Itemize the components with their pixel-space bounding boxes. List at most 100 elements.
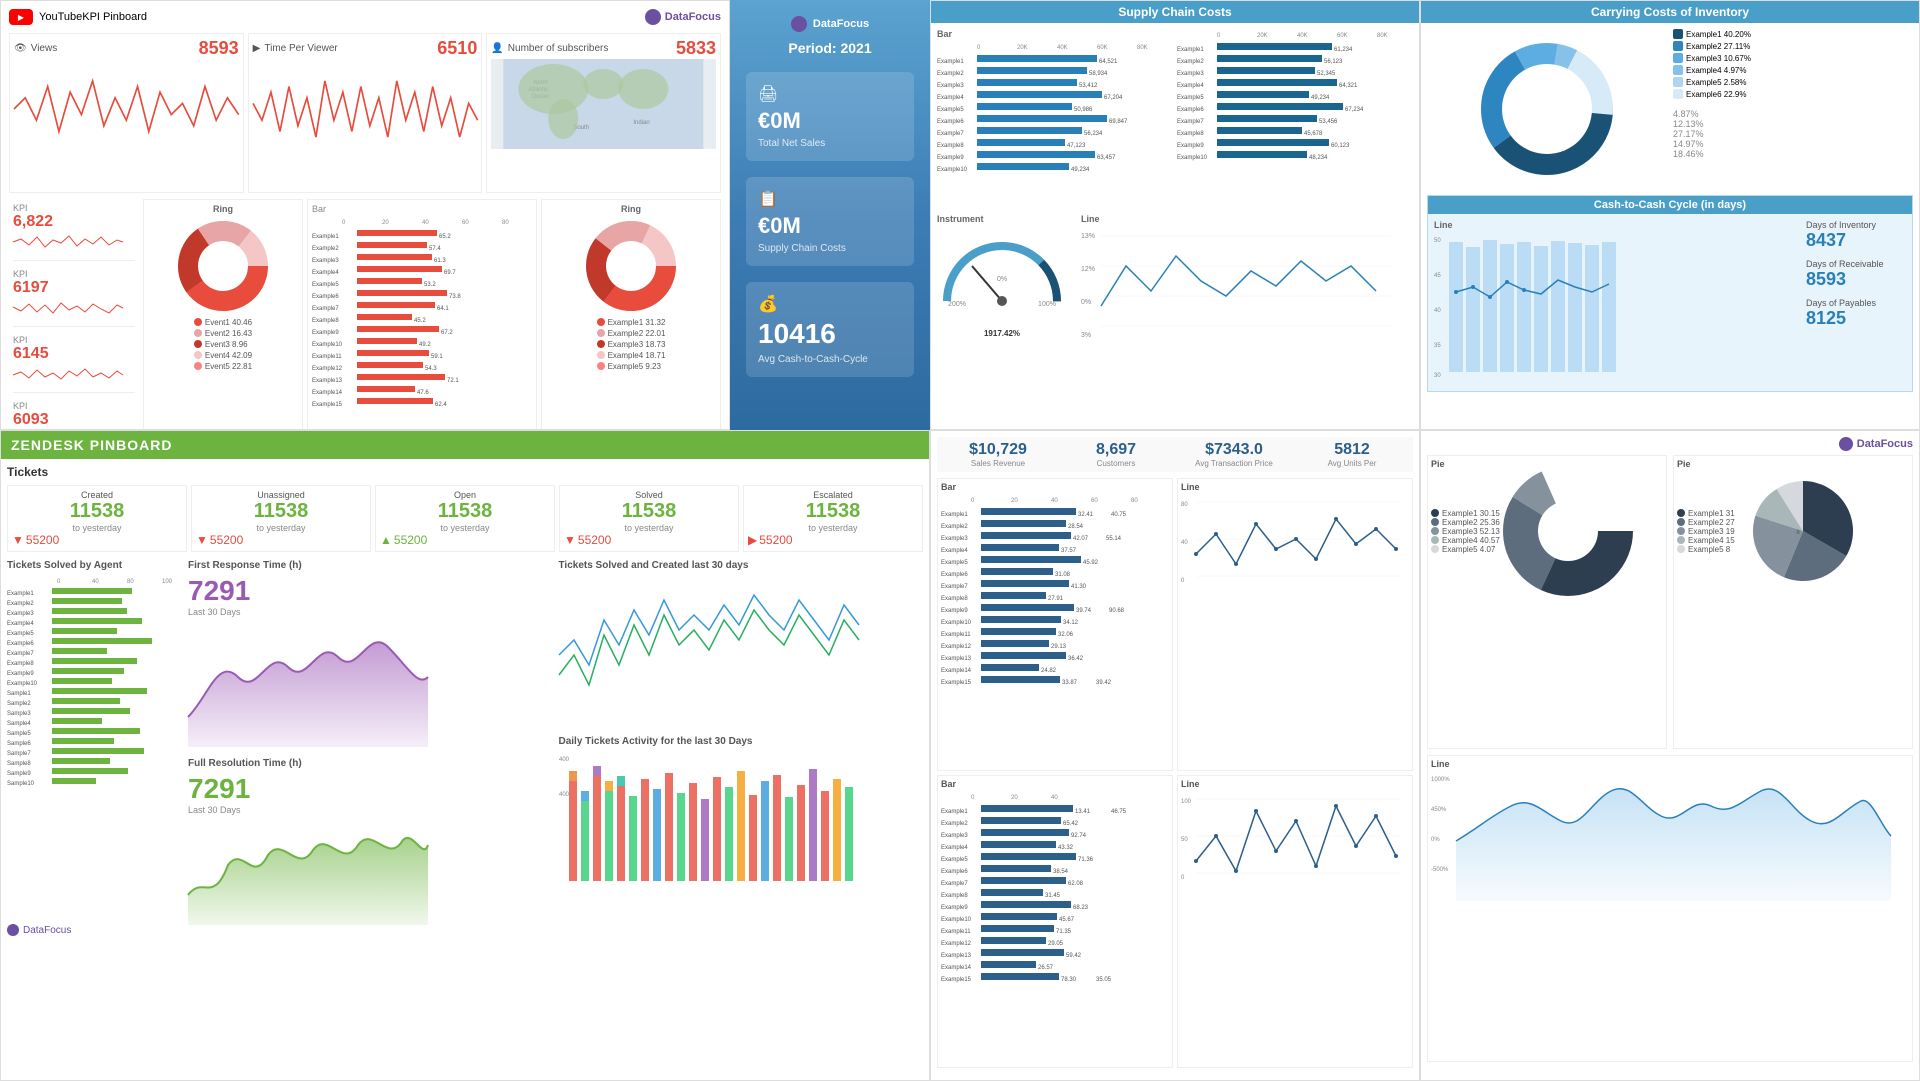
carrying-costs-panel: Carrying Costs of Inventory Example1 40.… [1420,0,1920,430]
svg-text:400: 400 [559,757,570,763]
cc-donut [1427,29,1667,189]
kpi-item-2: KPI 6197 [13,269,135,327]
svg-text:71.35: 71.35 [1056,929,1072,935]
footer-df-label: DataFocus [23,925,71,936]
zendesk-header: ZENDESK PINBOARD [1,431,929,459]
tickets-label: Tickets [7,465,923,479]
ring-legend-item: Example4 18.71 [597,350,666,360]
tm-label-solved: Solved [564,490,734,500]
df-line-title: Line [1431,759,1909,769]
svg-text:0: 0 [1181,875,1185,881]
svg-text:Example2: Example2 [312,246,339,252]
kpi-label-1: KPI [13,203,135,213]
solved-created-chart [559,575,859,725]
time-per-viewer-card: ▶ Time Per Viewer 6510 [248,33,483,193]
subscribers-icon: 👤 [491,43,503,54]
subscribers-label: Number of subscribers [508,43,609,54]
ctc-label-1: Days of Inventory [1806,220,1906,230]
time-icon: ▶ [253,43,261,54]
svg-text:0%: 0% [1081,299,1091,306]
kpi-val-3: 6145 [13,345,135,363]
svg-text:Example5: Example5 [941,560,968,566]
cash-cycle-name: Avg Cash-to-Cash-Cycle [758,354,902,365]
svg-text:63,457: 63,457 [1097,155,1116,161]
svg-text:40K: 40K [1297,33,1308,39]
svg-text:Example3: Example3 [312,258,339,264]
net-sales-name: Total Net Sales [758,138,902,149]
svg-text:Example15: Example15 [941,977,972,983]
ring-svg-2 [581,216,681,316]
svg-text:78.30: 78.30 [1061,977,1077,983]
svg-text:12%: 12% [1081,266,1095,273]
svg-text:32.41: 32.41 [1078,512,1094,518]
daily-tickets-chart: 400 400 [559,751,859,901]
bar-label: Bar [312,204,532,214]
svg-text:53,412: 53,412 [1079,83,1098,89]
solved-created-title: Tickets Solved and Created last 30 days [559,560,924,571]
bm-atp-label: Avg Transaction Price [1177,459,1291,468]
svg-text:Example6: Example6 [7,641,34,647]
ring-legend-1: Event1 40.46 Event2 16.43 Event3 8.96 Ev… [194,316,252,372]
svg-text:73.8: 73.8 [449,294,461,300]
svg-text:39.42: 39.42 [1096,680,1112,686]
svg-text:60,123: 60,123 [1331,143,1350,149]
svg-text:Example2: Example2 [941,821,968,827]
svg-text:60K: 60K [1337,33,1348,39]
first-response-sub: Last 30 Days [188,607,553,617]
views-label: Views [31,43,58,54]
subscribers-card: 👤 Number of subscribers 5833 North Atlan… [486,33,721,193]
svg-text:0: 0 [971,498,975,504]
full-resolution-sub: Last 30 Days [188,805,553,815]
ring-legend-item: Example3 18.73 [597,339,666,349]
svg-text:Indian: Indian [634,120,650,126]
svg-text:20: 20 [382,220,389,226]
svg-text:80: 80 [1131,498,1138,504]
zendesk-panel: ZENDESK PINBOARD Tickets Created 11538 t… [0,430,930,1081]
period-label: Period: 2021 [788,40,871,56]
sc-bottom-grid: Instrument 0% 100% 200% 1917.42% Line 13… [937,214,1413,424]
svg-text:80: 80 [127,579,134,585]
sc-bar1-svg: 0 20 40 60 80 Example1 32.4140.75 Exampl… [941,494,1161,764]
tm-subval-open: ▲ 55200 [380,533,550,547]
svg-text:Example13: Example13 [941,656,972,662]
ctc-metric-2: Days of Receivable 8593 [1806,259,1906,290]
supply-chain-value: €0M [758,213,902,239]
svg-text:48,234: 48,234 [1309,155,1328,161]
svg-text:20: 20 [1011,498,1018,504]
first-response-chart [188,617,428,747]
svg-text:Example10: Example10 [941,620,972,626]
svg-text:47,123: 47,123 [1067,143,1086,149]
svg-text:40: 40 [1051,498,1058,504]
sc-line-svg: 13% 12% 0% 3% [1081,226,1391,376]
svg-text:60K: 60K [1097,45,1108,51]
df-line-svg: 1000% 450% 0% -500% [1431,771,1891,901]
svg-text:40.75: 40.75 [1111,512,1127,518]
svg-text:Example7: Example7 [941,881,968,887]
solved-daily-section: Tickets Solved and Created last 30 days … [559,560,924,936]
svg-text:Example8: Example8 [1177,131,1204,137]
kpi-spark-2 [13,297,123,319]
svg-text:200%: 200% [948,301,966,308]
svg-text:37.57: 37.57 [1061,548,1077,554]
svg-text:0: 0 [342,220,346,226]
svg-text:92.74: 92.74 [1071,833,1087,839]
svg-text:Example6: Example6 [1177,107,1204,113]
first-response-value: 7291 [188,575,553,607]
svg-text:0: 0 [1181,578,1185,584]
tm-val-created: 11538 [12,500,182,523]
svg-text:80K: 80K [1377,33,1388,39]
svg-text:55.14: 55.14 [1106,536,1122,542]
sc-bar2-title: Bar [941,779,1169,789]
youtube-logo-icon [9,9,33,25]
svg-text:Example6: Example6 [937,119,964,125]
ring-legend-item: Event5 22.81 [194,361,252,371]
sc-bar-svg: 0 20K 40K 60K 80K Example1 64,521 Exampl… [937,41,1167,211]
svg-text:36.42: 36.42 [1068,656,1084,662]
ctc-line-label: Line [1434,220,1800,230]
sc-charts-grid: Bar 0 20 40 60 80 Example1 32.4140.75 Ex… [937,478,1413,1068]
instrument-section: Instrument 0% 100% 200% 1917.42% [937,214,1077,424]
svg-text:Sample6: Sample6 [7,741,31,747]
svg-text:0%: 0% [1431,837,1440,843]
svg-text:Example3: Example3 [7,611,34,617]
time-chart [253,59,478,159]
